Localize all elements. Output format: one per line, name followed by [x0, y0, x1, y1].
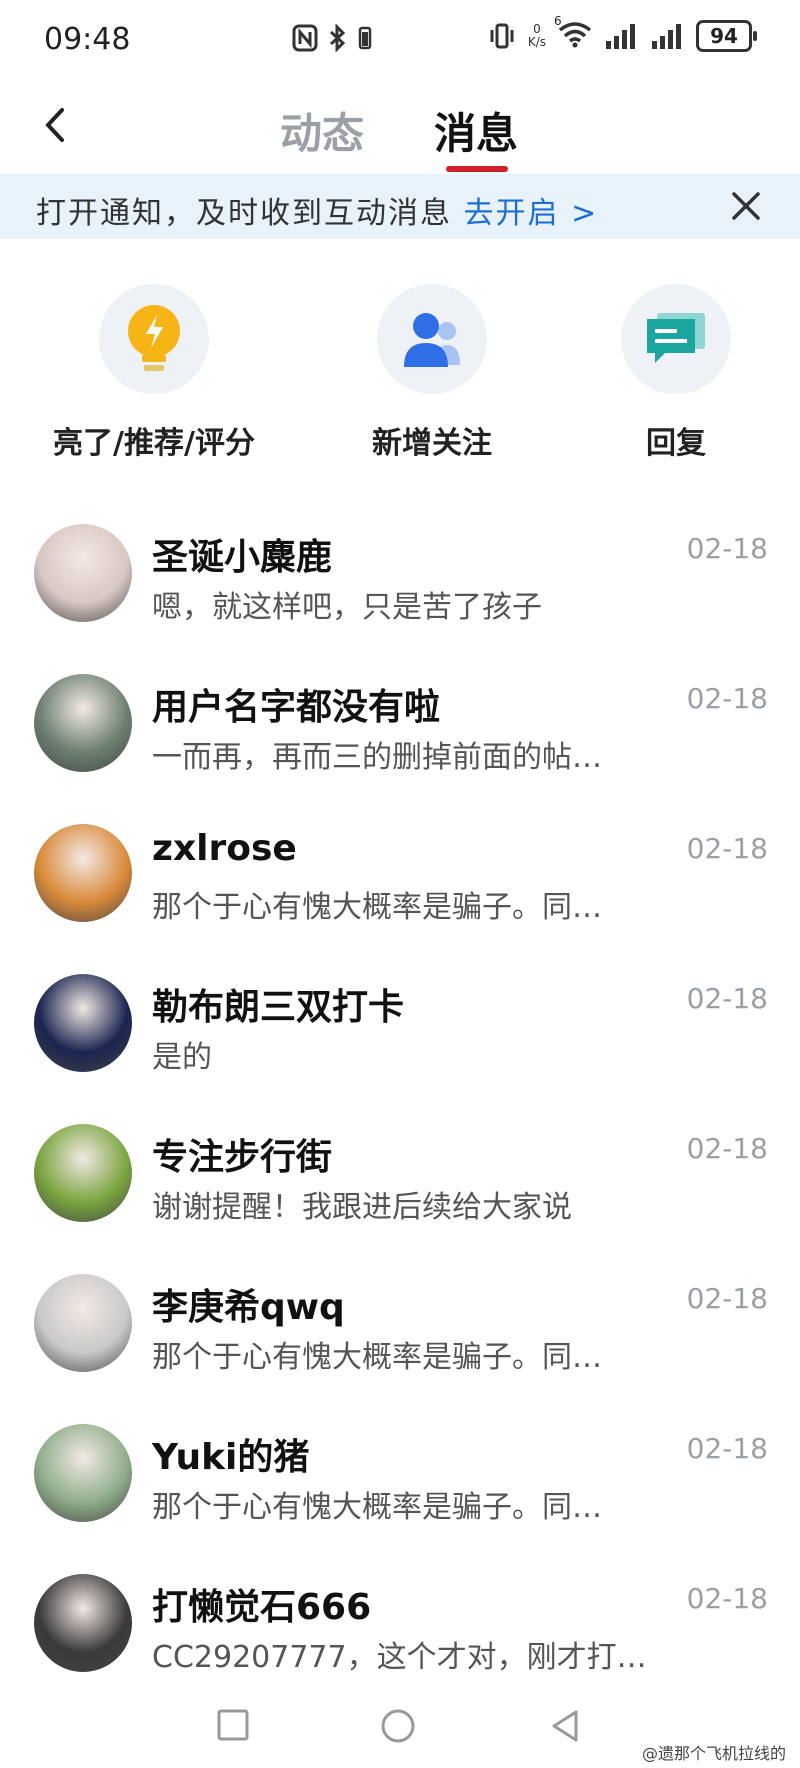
sender-name: 圣诞小麋鹿	[152, 537, 333, 578]
message-row[interactable]: zxlrose 那个于心有愧大概率是骗子。同… 02-18	[0, 820, 800, 970]
quick-action-label: 回复	[646, 426, 706, 461]
square-icon	[217, 1709, 249, 1741]
system-nav-bar: @遗那个飞机拉线的	[0, 1700, 800, 1768]
status-bar: 09:48 0 K/s 6 94	[0, 0, 800, 80]
bluetooth-icon	[329, 24, 346, 52]
vibrate-icon	[490, 23, 514, 49]
signal-icon-2	[652, 24, 681, 49]
sender-name: 勒布朗三双打卡	[152, 987, 405, 1028]
message-date: 02-18	[686, 982, 768, 1015]
message-row[interactable]: 打懒觉石666 CC29207777，这个才对，刚才打… 02-18	[0, 1570, 800, 1720]
sender-name: 李庚希qwq	[152, 1287, 345, 1328]
status-time: 09:48	[44, 22, 131, 57]
message-preview: CC29207777，这个才对，刚才打…	[152, 1640, 647, 1675]
message-row[interactable]: 圣诞小麋鹿嗯，就这样吧，只是苦了孩子 02-18	[0, 520, 800, 670]
enable-notifications-link[interactable]: 去开启 >	[464, 196, 599, 231]
users-icon	[404, 313, 460, 367]
avatar[interactable]	[34, 974, 132, 1072]
recents-button[interactable]	[216, 1708, 250, 1746]
back-button[interactable]	[32, 100, 82, 150]
sender-name: 专注步行街	[152, 1137, 333, 1178]
battery-indicator: 94	[696, 20, 757, 52]
sender-name: 打懒觉石666	[152, 1587, 372, 1628]
message-preview: 一而再，再而三的删掉前面的帖…	[152, 740, 602, 775]
avatar[interactable]	[34, 1424, 132, 1522]
sender-name: 用户名字都没有啦	[152, 687, 441, 728]
quick-action-likes[interactable]: 亮了/推荐/评分	[44, 284, 264, 462]
avatar[interactable]	[34, 1274, 132, 1372]
message-row[interactable]: 勒布朗三双打卡是的 02-18	[0, 970, 800, 1120]
sender-name: Yuki的猪	[152, 1437, 310, 1478]
likes-icon-circle	[99, 284, 209, 394]
message-preview: 那个于心有愧大概率是骗子。同…	[152, 1490, 602, 1525]
lightbulb-icon	[128, 305, 180, 371]
message-date: 02-18	[686, 532, 768, 565]
sender-name: zxlrose	[152, 828, 297, 869]
watermark: @遗那个飞机拉线的	[641, 1744, 786, 1763]
message-preview: 是的	[152, 1040, 212, 1075]
quick-action-label: 亮了/推荐/评分	[53, 426, 255, 461]
avatar[interactable]	[34, 1574, 132, 1672]
wifi-group: 6	[554, 14, 592, 52]
message-date: 02-18	[686, 682, 768, 715]
quick-action-new-followers[interactable]: 新增关注	[322, 284, 542, 462]
avatar[interactable]	[34, 524, 132, 622]
bt-battery-icon	[358, 26, 372, 50]
message-preview: 谢谢提醒！我跟进后续给大家说	[152, 1190, 572, 1225]
message-date: 02-18	[686, 1132, 768, 1165]
followers-icon-circle	[377, 284, 487, 394]
tab-xiaoxi[interactable]: 消息	[434, 100, 518, 161]
notification-banner: 打开通知，及时收到互动消息 去开启 >	[0, 174, 800, 239]
chevron-left-icon	[45, 108, 64, 142]
message-date: 02-18	[686, 1582, 768, 1615]
message-row[interactable]: 用户名字都没有啦一而再，再而三的删掉前面的帖… 02-18	[0, 670, 800, 820]
circle-icon	[381, 1709, 415, 1743]
message-preview: 嗯，就这样吧，只是苦了孩子	[152, 590, 542, 625]
close-icon	[732, 192, 760, 220]
signal-icon	[606, 24, 635, 49]
message-row[interactable]: Yuki的猪那个于心有愧大概率是骗子。同… 02-18	[0, 1420, 800, 1570]
message-date: 02-18	[686, 1432, 768, 1465]
quick-action-replies[interactable]: 回复	[566, 284, 786, 462]
network-speed: 0 K/s	[527, 22, 546, 49]
back-nav-button[interactable]	[548, 1708, 582, 1748]
message-row[interactable]: 李庚希qwq 那个于心有愧大概率是骗子。同… 02-18	[0, 1270, 800, 1420]
wifi-icon	[558, 22, 592, 48]
tab-dongtai[interactable]: 动态	[280, 100, 364, 161]
nfc-icon	[292, 24, 318, 52]
triangle-back-icon	[552, 1710, 578, 1742]
message-preview: 那个于心有愧大概率是骗子。同…	[152, 1340, 602, 1375]
avatar[interactable]	[34, 824, 132, 922]
message-preview: 那个于心有愧大概率是骗子。同…	[152, 890, 602, 925]
active-tab-indicator	[446, 166, 508, 172]
replies-icon-circle	[621, 284, 731, 394]
home-button[interactable]	[380, 1708, 416, 1748]
avatar[interactable]	[34, 674, 132, 772]
message-date: 02-18	[686, 832, 768, 865]
avatar[interactable]	[34, 1124, 132, 1222]
quick-action-label: 新增关注	[372, 426, 492, 461]
status-icons-right: 0 K/s 6 94	[488, 14, 757, 52]
banner-close-button[interactable]	[728, 188, 764, 224]
message-row[interactable]: 专注步行街谢谢提醒！我跟进后续给大家说 02-18	[0, 1120, 800, 1270]
message-date: 02-18	[686, 1282, 768, 1315]
banner-message: 打开通知，及时收到互动消息 去开启 >	[36, 196, 599, 231]
status-icons-left	[292, 24, 372, 52]
message-list: 圣诞小麋鹿 嗯，就这样吧，只是苦了孩子 02-18 用户名字都没有啦 一而再，再而三的删…	[0, 520, 800, 1720]
chat-icon	[647, 313, 705, 363]
